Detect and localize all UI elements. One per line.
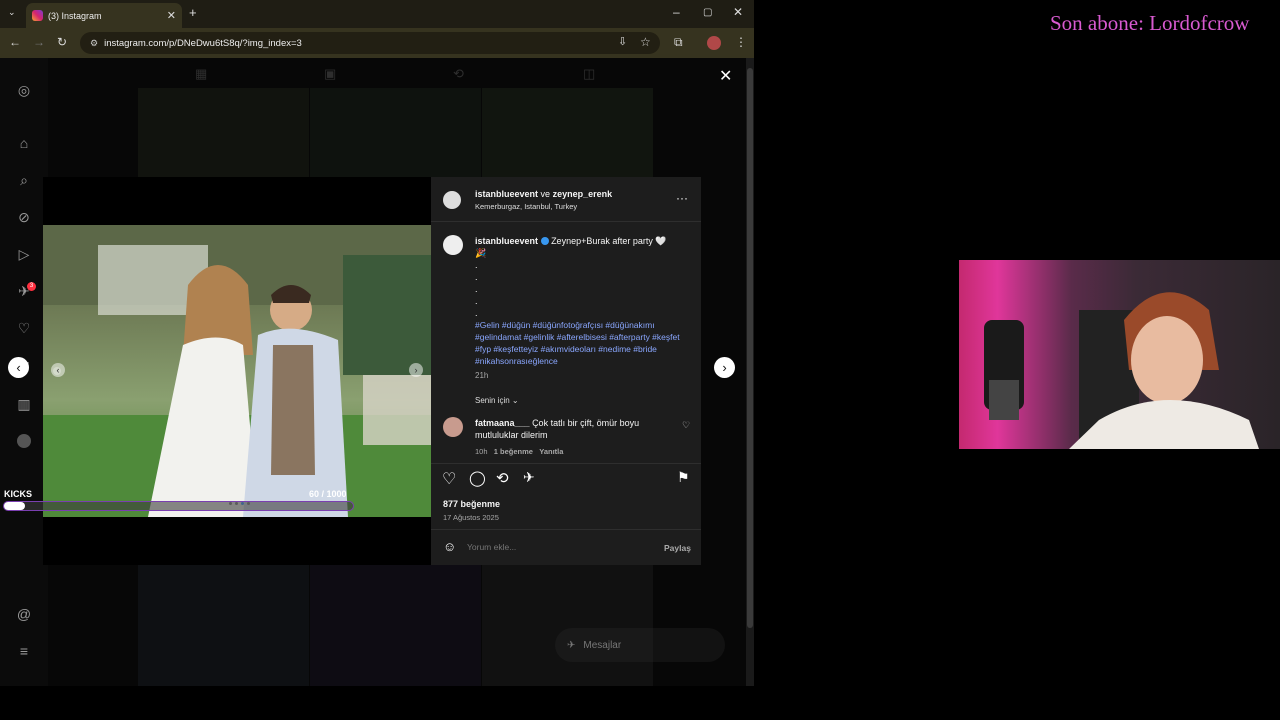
new-tab-button[interactable]: + <box>189 5 197 20</box>
forward-icon[interactable]: → <box>33 35 45 49</box>
install-app-icon[interactable]: ⇩ <box>618 35 627 48</box>
comment-like-icon[interactable]: ♡ <box>682 420 690 431</box>
collab-user-link[interactable]: zeynep_erenk <box>553 189 613 199</box>
dashboard-icon[interactable]: ▥ <box>16 396 32 412</box>
explore-icon[interactable]: ⊘ <box>16 209 32 225</box>
extensions-icon[interactable]: ⧉ <box>674 35 683 50</box>
browser-window: ⌄ (3) Instagram ✕ + – ▢ ✕ ← → ↻ ⚙ instag… <box>0 0 754 686</box>
comment: fatmaana___ Çok tatlı bir çift, ömür boy… <box>475 417 665 441</box>
instagram-icon[interactable]: ◎ <box>16 82 32 98</box>
reply-button[interactable]: Yanıtla <box>539 447 563 456</box>
post-date: 17 Ağustos 2025 <box>443 513 499 522</box>
post-location[interactable]: Kemerburgaz, Istanbul, Turkey <box>475 202 577 211</box>
messages-badge: 3 <box>27 282 36 291</box>
author-avatar[interactable] <box>443 191 461 209</box>
repost-icon[interactable]: ⟲ <box>496 469 509 487</box>
profile-avatar[interactable] <box>707 36 721 50</box>
page-scrollbar[interactable] <box>746 58 754 686</box>
search-icon[interactable]: ⌕ <box>16 172 32 188</box>
wedding-photo-illustration <box>43 225 431 517</box>
back-icon[interactable]: ← <box>9 35 21 49</box>
caption-dot: . <box>475 296 478 306</box>
address-bar[interactable]: ⚙ instagram.com/p/DNeDwu6tS8q/?img_index… <box>80 32 660 54</box>
post-details-panel: istanblueevent ve zeynep_erenk Kemerburg… <box>431 177 701 565</box>
minimize-button[interactable]: – <box>673 5 680 19</box>
more-options-icon[interactable]: ··· <box>676 191 688 205</box>
post-photo <box>43 225 431 517</box>
home-icon[interactable]: ⌂ <box>16 135 32 151</box>
verified-badge-icon <box>540 237 549 245</box>
header-user-link[interactable]: istanblueevent <box>475 189 538 199</box>
close-window-button[interactable]: ✕ <box>733 5 743 19</box>
heart-icon[interactable]: ♡ <box>16 320 32 336</box>
reels-icon[interactable]: ▷ <box>16 246 32 262</box>
browser-menu-icon[interactable]: ⋮ <box>735 35 747 49</box>
scrollbar-thumb[interactable] <box>747 68 753 628</box>
prev-post-button[interactable]: ‹ <box>8 357 29 378</box>
caption-dot: . <box>475 272 478 282</box>
instagram-favicon-icon <box>32 10 43 21</box>
post-comment-button[interactable]: Paylaş <box>664 543 691 553</box>
header-divider <box>431 221 701 222</box>
close-modal-icon[interactable]: ✕ <box>719 66 732 86</box>
next-image-button[interactable]: › <box>409 363 423 377</box>
share-icon[interactable]: ✈ <box>523 469 535 486</box>
send-icon: ✈ <box>567 639 576 651</box>
menu-icon[interactable]: ≡ <box>16 643 32 659</box>
webcam-illustration <box>984 292 1259 449</box>
profile-icon[interactable] <box>17 434 31 448</box>
comment-box-divider <box>431 529 701 530</box>
tab-title: (3) Instagram <box>48 10 102 21</box>
browser-tab[interactable]: (3) Instagram ✕ <box>26 3 182 28</box>
close-tab-icon[interactable]: ✕ <box>167 9 176 22</box>
prev-image-button[interactable]: ‹ <box>51 363 65 377</box>
kicks-count: 60 / 1000 <box>309 489 347 499</box>
bookmark-star-icon[interactable]: ☆ <box>640 35 651 49</box>
likes-count[interactable]: 877 beğenme <box>443 499 500 509</box>
emoji-icon[interactable]: ☺ <box>443 539 456 554</box>
caption: istanblueevent Zeynep+Burak after party … <box>475 235 695 367</box>
kicks-progress-track <box>3 501 354 511</box>
caption-avatar[interactable] <box>443 235 463 255</box>
follower-overlay-text: Son abone: Lordofcrow <box>1050 11 1250 35</box>
caption-hashtags[interactable]: #Gelin #düğün #düğünfotoğrafçısı #düğüna… <box>475 320 680 366</box>
save-icon[interactable]: ⚑ <box>677 469 690 486</box>
comment-likes[interactable]: 1 beğenme <box>494 447 533 456</box>
comment-user-link[interactable]: fatmaana___ <box>475 418 530 428</box>
caption-dot: . <box>475 308 478 318</box>
comment-sort-dropdown[interactable]: Senin için ⌄ <box>475 396 519 405</box>
sort-label: Senin için <box>475 396 510 405</box>
next-post-button[interactable]: › <box>714 357 735 378</box>
caption-time: 21h <box>475 371 489 380</box>
caption-text: Zeynep+Burak after party 🤍 <box>551 236 667 246</box>
header-conjunction: ve <box>540 189 551 199</box>
caption-emoji: 🎉 <box>475 248 487 258</box>
caption-user-link[interactable]: istanblueevent <box>475 236 538 246</box>
like-icon[interactable]: ♡ <box>442 469 456 489</box>
kicks-progress-fill <box>4 502 25 510</box>
site-info-icon[interactable]: ⚙ <box>90 38 98 49</box>
browser-toolbar: ← → ↻ ⚙ instagram.com/p/DNeDwu6tS8q/?img… <box>0 28 754 58</box>
tab-list-button[interactable]: ⌄ <box>8 7 16 18</box>
threads-icon[interactable]: @ <box>16 606 32 622</box>
caption-dot: . <box>475 260 478 270</box>
maximize-button[interactable]: ▢ <box>703 7 712 18</box>
comment-icon[interactable]: ◯ <box>469 469 486 487</box>
messages-button[interactable]: ✈ Mesajlar <box>555 628 725 662</box>
webcam-feed <box>959 260 1280 449</box>
tab-bar: ⌄ (3) Instagram ✕ + – ▢ ✕ <box>0 0 754 28</box>
url-text: instagram.com/p/DNeDwu6tS8q/?img_index=3 <box>104 37 302 49</box>
comment-input[interactable] <box>467 539 647 555</box>
post-header-users: istanblueevent ve zeynep_erenk <box>475 189 612 199</box>
comment-time: 10h <box>475 447 488 456</box>
comment-meta: 10h 1 beğenme Yanıtla <box>475 447 563 456</box>
chevron-down-icon: ⌄ <box>511 396 519 405</box>
caption-dot: . <box>475 284 478 294</box>
actions-divider <box>431 463 701 464</box>
reload-icon[interactable]: ↻ <box>57 35 67 49</box>
kicks-label: KICKS <box>4 489 33 499</box>
commenter-avatar[interactable] <box>443 417 463 437</box>
messages-label: Mesajlar <box>583 639 622 651</box>
